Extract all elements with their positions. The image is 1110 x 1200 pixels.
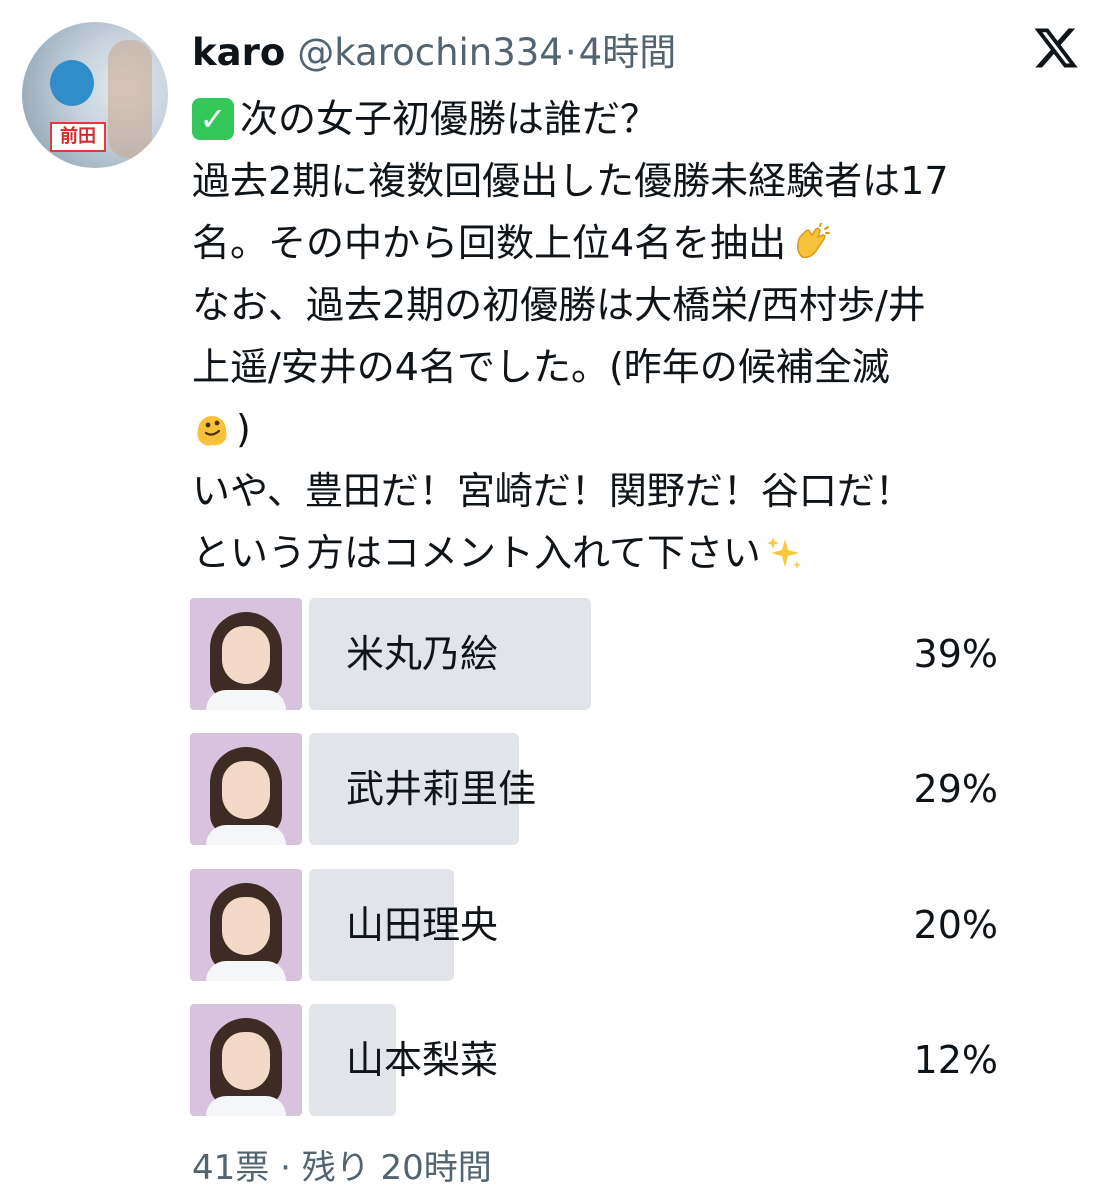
text-line: ) bbox=[192, 398, 1092, 460]
text-line-content: いや、豊田だ！宮崎だ！関野だ！谷口だ！ bbox=[192, 469, 913, 513]
check-mark-button-icon: ✓ bbox=[192, 98, 234, 140]
photo-suit bbox=[206, 690, 286, 710]
tweet-header: karo @karochin334 · 4時間 bbox=[192, 22, 676, 74]
x-logo-icon[interactable] bbox=[1030, 24, 1082, 72]
poll-option[interactable]: 山田理央 20% bbox=[190, 869, 1010, 981]
text-line-content: なお、過去2期の初優勝は大橋栄/西村歩/井 bbox=[192, 283, 926, 327]
tweet-time[interactable]: 4時間 bbox=[579, 22, 677, 76]
candidate-photo bbox=[190, 1004, 302, 1116]
author-handle[interactable]: @karochin334 bbox=[297, 31, 563, 74]
photo-face bbox=[222, 626, 270, 684]
tweet-text: ✓ 次の女子初優勝は誰だ？ 過去2期に複数回優出した優勝未経験者は17 名。その… bbox=[192, 88, 1092, 584]
candidate-photo bbox=[190, 733, 302, 845]
text-line-content: ) bbox=[236, 407, 251, 451]
text-line: という方はコメント入れて下さい bbox=[192, 522, 1092, 584]
text-line: 上遥/安井の4名でした。(昨年の候補全滅 bbox=[192, 336, 1092, 398]
avatar-figure bbox=[108, 40, 152, 158]
photo-face bbox=[222, 897, 270, 955]
photo-suit bbox=[206, 961, 286, 981]
poll-option-label: 山田理央 bbox=[346, 903, 499, 947]
text-line: いや、豊田だ！宮崎だ！関野だ！谷口だ！ bbox=[192, 460, 1092, 522]
clapping-hands-icon bbox=[797, 223, 831, 259]
poll-option[interactable]: 武井莉里佳 29% bbox=[190, 733, 1010, 845]
poll-option[interactable]: 米丸乃絵 39% bbox=[190, 598, 1010, 710]
poll-votes: 41票 bbox=[192, 1148, 270, 1188]
text-line-content: 上遥/安井の4名でした。(昨年の候補全滅 bbox=[192, 345, 890, 389]
poll-option-percent: 29% bbox=[913, 767, 998, 811]
poll-footer: 41票 · 残り 20時間 bbox=[192, 1140, 492, 1189]
poll-option-percent: 20% bbox=[913, 903, 998, 947]
photo-suit bbox=[206, 1096, 286, 1116]
text-line: ✓ 次の女子初優勝は誰だ？ bbox=[192, 88, 1092, 150]
melting-face-icon bbox=[197, 415, 227, 446]
poll-remaining: 残り 20時間 bbox=[301, 1148, 492, 1188]
photo-face bbox=[222, 761, 270, 819]
author-name[interactable]: karo bbox=[192, 31, 285, 74]
sparkles-icon bbox=[766, 537, 801, 569]
text-line: 名。その中から回数上位4名を抽出 bbox=[192, 212, 1092, 274]
text-line-content: 名。その中から回数上位4名を抽出 bbox=[192, 221, 787, 265]
avatar-tag: 前田 bbox=[50, 122, 106, 152]
candidate-photo bbox=[190, 598, 302, 710]
photo-face bbox=[222, 1032, 270, 1090]
footer-separator: · bbox=[280, 1148, 291, 1188]
header-separator: · bbox=[564, 31, 577, 74]
poll-option-label: 山本梨菜 bbox=[346, 1038, 499, 1082]
candidate-photo bbox=[190, 869, 302, 981]
text-line-content: という方はコメント入れて下さい bbox=[192, 531, 761, 575]
text-line: なお、過去2期の初優勝は大橋栄/西村歩/井 bbox=[192, 274, 1092, 336]
poll-option[interactable]: 山本梨菜 12% bbox=[190, 1004, 1010, 1116]
photo-suit bbox=[206, 825, 286, 845]
author-avatar[interactable]: 前田 bbox=[22, 22, 168, 168]
poll-option-label: 武井莉里佳 bbox=[346, 767, 537, 811]
text-line-content: 過去2期に複数回優出した優勝未経験者は17 bbox=[192, 159, 949, 203]
text-line: 過去2期に複数回優出した優勝未経験者は17 bbox=[192, 150, 1092, 212]
avatar-mascot bbox=[50, 60, 94, 106]
poll-option-label: 米丸乃絵 bbox=[346, 632, 499, 676]
text-line-content: 次の女子初優勝は誰だ？ bbox=[240, 97, 659, 141]
poll-option-percent: 12% bbox=[913, 1038, 998, 1082]
poll-option-percent: 39% bbox=[913, 632, 998, 676]
